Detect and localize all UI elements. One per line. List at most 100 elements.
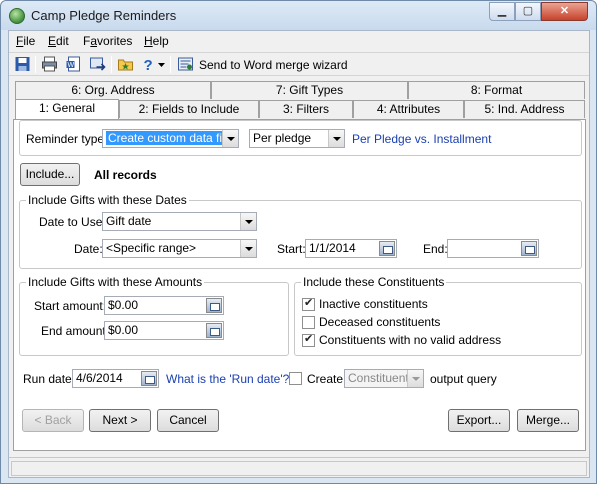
- per-pledge-select[interactable]: Per pledge: [249, 129, 345, 148]
- next-button[interactable]: Next >: [89, 409, 151, 432]
- export-icon[interactable]: [89, 56, 106, 72]
- query-type-value: Constituent: [348, 371, 409, 385]
- menu-file-label: File: [16, 34, 36, 48]
- next-button-label: Next >: [102, 413, 138, 427]
- cancel-button[interactable]: Cancel: [157, 409, 219, 432]
- date-range-select[interactable]: <Specific range>: [102, 239, 257, 258]
- output-query-label: output query: [430, 372, 497, 386]
- tab-gift-types-label: 7: Gift Types: [275, 83, 344, 97]
- app-window: Camp Pledge Reminders ▁ ▢ ✕ File Edit Fa…: [0, 0, 597, 484]
- tab-fields-label: 2: Fields to Include: [138, 102, 240, 116]
- tab-org-address[interactable]: 6: Org. Address: [15, 81, 211, 99]
- menu-help[interactable]: Help: [144, 34, 169, 48]
- dates-group-title: Include Gifts with these Dates: [26, 193, 189, 207]
- svg-text:?: ?: [144, 57, 153, 72]
- chevron-down-icon: [240, 240, 256, 257]
- calendar-icon[interactable]: [141, 371, 157, 386]
- reminder-type-select[interactable]: Create custom data file: [102, 129, 239, 148]
- tab-filters-label: 3: Filters: [282, 102, 329, 116]
- start-amount-input[interactable]: $0.00: [104, 296, 224, 315]
- start-amount-label: Start amount:: [34, 299, 107, 313]
- calculator-icon[interactable]: [206, 323, 222, 338]
- tab-format[interactable]: 8: Format: [408, 81, 585, 99]
- back-button[interactable]: < Back: [22, 409, 84, 432]
- merge-wizard-icon[interactable]: [177, 56, 194, 72]
- menu-help-label: Help: [144, 34, 169, 48]
- export-button[interactable]: Export...: [448, 409, 510, 432]
- merge-button-label: Merge...: [525, 413, 570, 427]
- general-tab-panel: Reminder type: Create custom data file P…: [13, 119, 586, 451]
- menu-file[interactable]: File: [16, 34, 35, 48]
- toolbar-separator: [170, 56, 171, 73]
- tab-ind-address[interactable]: 5: Ind. Address: [464, 100, 585, 118]
- start-date-label: Start:: [277, 242, 306, 256]
- reminder-type-value: Create custom data file: [106, 131, 234, 145]
- app-icon: [9, 8, 25, 24]
- tab-gift-types[interactable]: 7: Gift Types: [211, 81, 408, 99]
- word-document-icon[interactable]: W: [65, 56, 82, 72]
- calendar-icon[interactable]: [379, 241, 395, 256]
- run-date-help-link[interactable]: What is the 'Run date'?: [166, 372, 289, 386]
- tab-org-address-label: 6: Org. Address: [71, 83, 155, 97]
- include-button[interactable]: Include...: [20, 163, 80, 186]
- constituents-group-title: Include these Constituents: [301, 275, 447, 289]
- maximize-button[interactable]: ▢: [515, 2, 541, 21]
- tab-control: 6: Org. Address 7: Gift Types 8: Format …: [9, 81, 589, 453]
- window-title: Camp Pledge Reminders: [31, 8, 177, 23]
- favorites-folder-icon[interactable]: [117, 56, 134, 72]
- create-label: Create: [307, 372, 344, 386]
- per-pledge-vs-installment-link[interactable]: Per Pledge vs. Installment: [352, 132, 491, 146]
- deceased-label[interactable]: Deceased constituents: [319, 315, 440, 329]
- end-amount-input[interactable]: $0.00: [104, 321, 224, 340]
- title-bar: Camp Pledge Reminders ▁ ▢ ✕: [1, 1, 596, 30]
- start-date-value: 1/1/2014: [309, 241, 356, 255]
- minimize-button[interactable]: ▁: [489, 2, 515, 21]
- create-query-checkbox[interactable]: [289, 372, 302, 385]
- tab-attributes-label: 4: Attributes: [376, 102, 441, 116]
- no-valid-address-checkbox[interactable]: [302, 332, 315, 347]
- end-date-label: End:: [423, 242, 448, 256]
- chevron-down-icon[interactable]: [157, 56, 166, 72]
- date-to-use-select[interactable]: Gift date: [102, 212, 257, 231]
- menu-favorites[interactable]: Favorites: [83, 34, 132, 48]
- export-button-label: Export...: [456, 413, 502, 427]
- start-date-input[interactable]: 1/1/2014: [305, 239, 397, 258]
- merge-wizard-label[interactable]: Send to Word merge wizard: [199, 58, 348, 72]
- save-icon[interactable]: [14, 56, 31, 72]
- deceased-checkbox[interactable]: [302, 316, 315, 329]
- tab-format-label: 8: Format: [470, 83, 523, 97]
- tab-ind-address-label: 5: Ind. Address: [484, 102, 565, 116]
- calculator-icon[interactable]: [206, 298, 222, 313]
- query-type-select[interactable]: Constituent: [344, 369, 424, 388]
- run-date-input[interactable]: 4/6/2014: [72, 369, 159, 388]
- tab-filters[interactable]: 3: Filters: [259, 100, 353, 118]
- back-button-label: < Back: [34, 413, 72, 427]
- end-amount-label: End amount:: [41, 324, 110, 338]
- svg-text:W: W: [68, 62, 75, 69]
- tab-fields-to-include[interactable]: 2: Fields to Include: [119, 100, 259, 118]
- menu-edit[interactable]: Edit: [48, 34, 69, 48]
- help-icon[interactable]: ?: [140, 56, 157, 72]
- calendar-icon[interactable]: [521, 241, 537, 256]
- inactive-label[interactable]: Inactive constituents: [319, 297, 428, 311]
- menu-edit-label: Edit: [48, 34, 69, 48]
- tab-attributes[interactable]: 4: Attributes: [353, 100, 464, 118]
- menu-favorites-label: Favorites: [83, 34, 133, 48]
- date-label: Date:: [74, 242, 103, 256]
- amounts-group-title: Include Gifts with these Amounts: [26, 275, 205, 289]
- toolbar: W ? Send to Word merge wizard: [9, 52, 589, 76]
- print-icon[interactable]: [41, 56, 58, 72]
- per-pledge-value: Per pledge: [253, 131, 312, 145]
- close-button[interactable]: ✕: [541, 2, 588, 21]
- merge-button[interactable]: Merge...: [517, 409, 579, 432]
- cancel-button-label: Cancel: [169, 413, 207, 427]
- no-valid-address-label[interactable]: Constituents with no valid address: [319, 333, 501, 347]
- inactive-checkbox[interactable]: [302, 296, 315, 311]
- end-date-input[interactable]: [447, 239, 539, 258]
- amounts-group: Include Gifts with these Amounts: [19, 275, 289, 356]
- menu-bar: File Edit Favorites Help: [9, 31, 589, 51]
- client-area: File Edit Favorites Help W ? Send to Wor…: [8, 30, 590, 478]
- tab-general[interactable]: 1: General: [15, 99, 119, 119]
- tab-general-label: 1: General: [38, 101, 96, 115]
- include-button-label: Include...: [25, 167, 75, 181]
